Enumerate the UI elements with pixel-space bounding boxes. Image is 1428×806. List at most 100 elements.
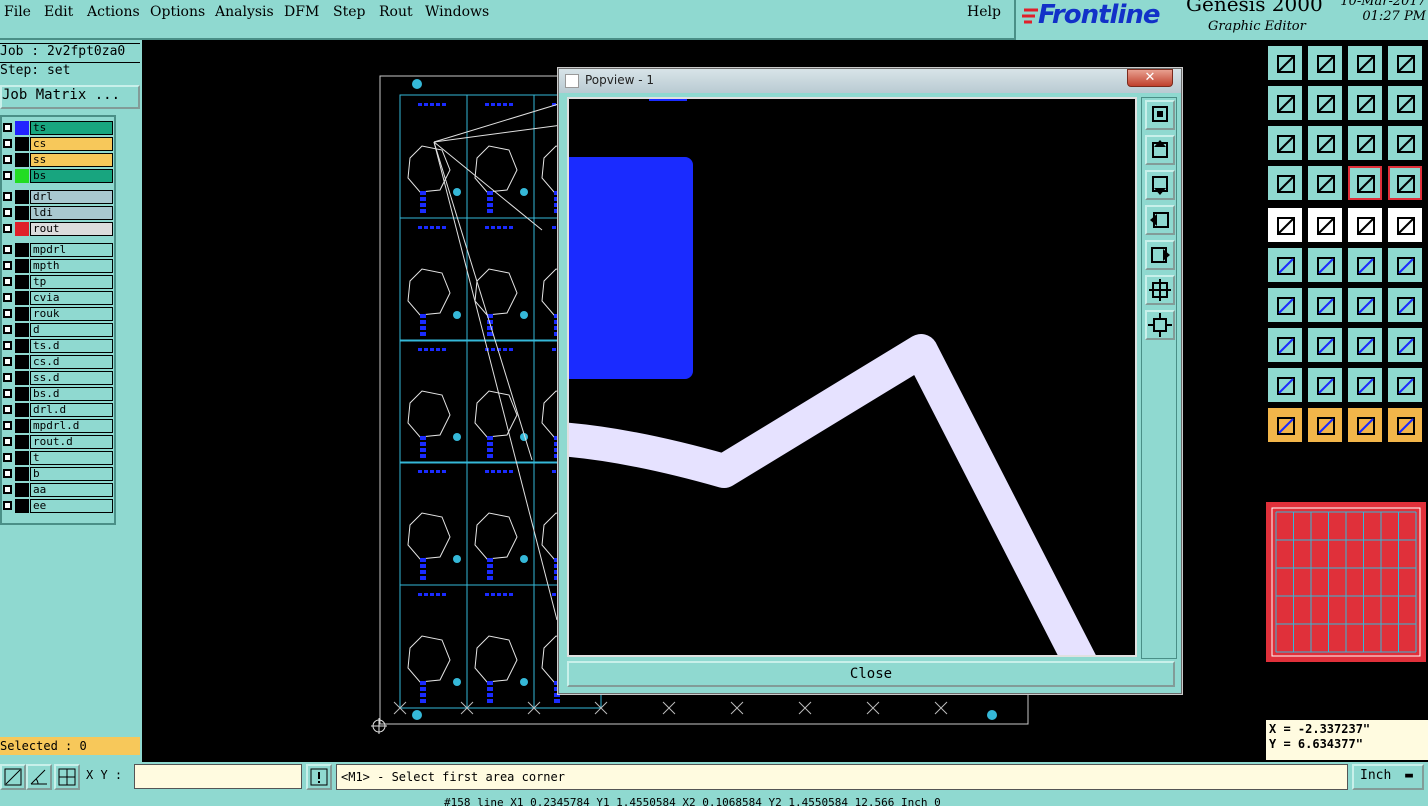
layer-checkbox[interactable]: [3, 208, 12, 217]
menu-windows[interactable]: Windows: [425, 4, 489, 20]
scale-button[interactable]: [1346, 124, 1384, 162]
layer-name[interactable]: mpth: [30, 259, 113, 273]
panel-minimap[interactable]: [1266, 502, 1426, 662]
measure-button[interactable]: [26, 764, 52, 790]
popview-viewport[interactable]: [567, 97, 1137, 657]
snap-mode-button[interactable]: [0, 764, 26, 790]
layer-name[interactable]: rout.d: [30, 435, 113, 449]
frame-button[interactable]: [1386, 286, 1424, 324]
layer-checkbox[interactable]: [3, 373, 12, 382]
layer-row[interactable]: rout.d: [2, 435, 114, 449]
layer-color-swatch[interactable]: [15, 467, 29, 481]
layer-row[interactable]: ts.d: [2, 339, 114, 353]
pan-right-tool[interactable]: [1145, 240, 1175, 270]
layer-row[interactable]: ldi: [2, 206, 114, 220]
layer-name[interactable]: aa: [30, 483, 113, 497]
layer-row[interactable]: ss: [2, 153, 114, 167]
zoom-in-tool[interactable]: [1145, 275, 1175, 305]
layer-color-swatch[interactable]: [15, 275, 29, 289]
menu-actions[interactable]: Actions: [87, 4, 140, 20]
layer-name[interactable]: drl: [30, 190, 113, 204]
layer-name[interactable]: rout: [30, 222, 113, 236]
probe-button[interactable]: [1306, 164, 1344, 202]
layer-name[interactable]: cvia: [30, 291, 113, 305]
layer-row[interactable]: aa: [2, 483, 114, 497]
layer-color-swatch[interactable]: [15, 222, 29, 236]
layer-name[interactable]: cs: [30, 137, 113, 151]
layer-checkbox[interactable]: [3, 277, 12, 286]
layer-color-swatch[interactable]: [15, 206, 29, 220]
fit-view-button[interactable]: [1266, 124, 1304, 162]
export-button[interactable]: [1306, 44, 1344, 82]
cross-button[interactable]: [1306, 246, 1344, 284]
layer-color-swatch[interactable]: [15, 435, 29, 449]
layer-color-swatch[interactable]: [15, 419, 29, 433]
connect-button[interactable]: [1386, 164, 1424, 202]
layer-checkbox[interactable]: [3, 293, 12, 302]
layer-row[interactable]: bs.d: [2, 387, 114, 401]
pad-button[interactable]: [1266, 326, 1304, 364]
layer-row[interactable]: rouk: [2, 307, 114, 321]
triangle-b-button[interactable]: [1346, 366, 1384, 404]
layer-row[interactable]: cs.d: [2, 355, 114, 369]
layer-name[interactable]: ss.d: [30, 371, 113, 385]
zoom-out-tool[interactable]: [1145, 310, 1175, 340]
layer-color-swatch[interactable]: [15, 259, 29, 273]
ruler-button[interactable]: [1346, 206, 1384, 244]
layer-checkbox[interactable]: [3, 357, 12, 366]
menu-step[interactable]: Step: [333, 4, 365, 20]
select-path-button[interactable]: [1386, 406, 1424, 444]
rotate-button[interactable]: [1346, 84, 1384, 122]
layer-row[interactable]: cs: [2, 137, 114, 151]
layer-name[interactable]: rouk: [30, 307, 113, 321]
layer-row[interactable]: rout: [2, 222, 114, 236]
select-diag-button[interactable]: [1346, 406, 1384, 444]
layer-color-swatch[interactable]: [15, 291, 29, 305]
step-right-button[interactable]: [1306, 84, 1344, 122]
menu-edit[interactable]: Edit: [44, 4, 73, 20]
menu-file[interactable]: File: [4, 4, 31, 20]
layer-color-swatch[interactable]: [15, 323, 29, 337]
menu-dfm[interactable]: DFM: [284, 4, 319, 20]
step-left-button[interactable]: [1266, 84, 1304, 122]
layer-color-swatch[interactable]: [15, 403, 29, 417]
layer-color-swatch[interactable]: [15, 355, 29, 369]
mirror-button[interactable]: [1386, 84, 1424, 122]
route-button[interactable]: [1346, 164, 1384, 202]
properties-button[interactable]: [1266, 164, 1304, 202]
point-line-button[interactable]: [1346, 246, 1384, 284]
layer-row[interactable]: b: [2, 467, 114, 481]
layer-color-swatch[interactable]: [15, 153, 29, 167]
layer-row[interactable]: bs: [2, 169, 114, 183]
layer-row[interactable]: drl: [2, 190, 114, 204]
layer-color-swatch[interactable]: [15, 169, 29, 183]
layer-checkbox[interactable]: [3, 245, 12, 254]
layer-checkbox[interactable]: [3, 309, 12, 318]
layer-color-swatch[interactable]: [15, 339, 29, 353]
help-button[interactable]: [1386, 124, 1424, 162]
close-icon[interactable]: ✕: [1127, 69, 1173, 87]
alert-button[interactable]: [306, 764, 332, 790]
menu-analysis[interactable]: Analysis: [215, 4, 274, 20]
layer-checkbox[interactable]: [3, 155, 12, 164]
layer-row[interactable]: cvia: [2, 291, 114, 305]
menu-help[interactable]: Help: [967, 4, 1001, 20]
layer-row[interactable]: mpth: [2, 259, 114, 273]
layer-checkbox[interactable]: [3, 139, 12, 148]
units-select[interactable]: Inch ▬: [1352, 764, 1424, 790]
layer-name[interactable]: ts.d: [30, 339, 113, 353]
layer-name[interactable]: tp: [30, 275, 113, 289]
layer-checkbox[interactable]: [3, 453, 12, 462]
point-line-alt-button[interactable]: [1386, 246, 1424, 284]
measure-button[interactable]: [1346, 326, 1384, 364]
layer-color-swatch[interactable]: [15, 387, 29, 401]
menu-rout[interactable]: Rout: [379, 4, 413, 20]
layer-name[interactable]: bs.d: [30, 387, 113, 401]
zoom-to-fit-tool[interactable]: [1145, 100, 1175, 130]
layer-row[interactable]: ts: [2, 121, 114, 135]
layer-name[interactable]: cs.d: [30, 355, 113, 369]
layer-name[interactable]: ldi: [30, 206, 113, 220]
layer-color-swatch[interactable]: [15, 371, 29, 385]
layer-name[interactable]: b: [30, 467, 113, 481]
triangle-c-button[interactable]: [1386, 366, 1424, 404]
